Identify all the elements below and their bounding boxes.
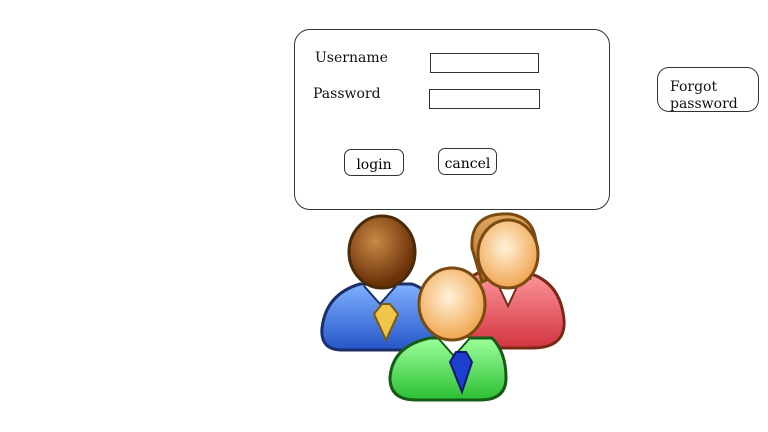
username-label: Username (315, 50, 388, 66)
forgot-password-button[interactable]: Forgot password (657, 67, 759, 112)
login-button[interactable]: login (344, 149, 404, 176)
password-field[interactable] (429, 89, 540, 109)
users-group-icon (320, 212, 566, 402)
login-panel: Username Password login cancel (294, 29, 610, 210)
cancel-button[interactable]: cancel (438, 148, 497, 175)
password-label: Password (313, 86, 381, 102)
forgot-password-line2: password (670, 96, 738, 112)
forgot-password-line1: Forgot (670, 79, 718, 95)
username-field[interactable] (430, 53, 539, 73)
